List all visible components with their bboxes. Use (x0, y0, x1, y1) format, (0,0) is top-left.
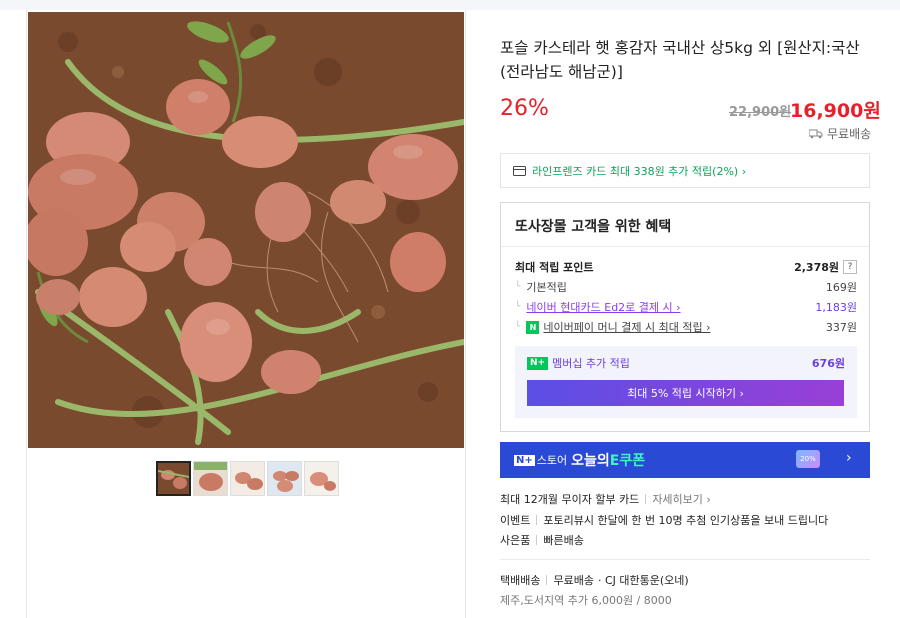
divider (500, 559, 870, 560)
event-label: 이벤트 (500, 514, 531, 527)
coupon-banner[interactable]: N+ 스토어 오늘의 E쿠폰 20% › (500, 442, 870, 478)
thumbnail[interactable] (156, 461, 191, 496)
membership-value: 676원 (811, 357, 845, 370)
benefit-title: 또사장몰 고객을 위한 혜택 (515, 219, 672, 235)
naver-plus-icon: N+ (527, 356, 549, 370)
divider (536, 515, 538, 525)
delivery-row: 택배배송 무료배송 · CJ 대한통운(오네) (500, 572, 689, 588)
card-points-row: 네이버 현대카드 Ed2로 결제 시 › 1,183원 (515, 299, 857, 315)
delivery-free: 무료배송 (553, 574, 594, 587)
sale-price: 16,900원 (790, 100, 881, 122)
discount-rate: 26% (500, 96, 549, 121)
divider (645, 494, 647, 504)
product-main-image[interactable] (28, 12, 464, 448)
credit-card-icon (513, 165, 526, 176)
potato-photo (28, 12, 464, 448)
coupon-label: E쿠폰 (609, 453, 646, 469)
divider (26, 10, 27, 618)
card-points-link[interactable]: 네이버 현대카드 Ed2로 결제 시 › (526, 299, 680, 315)
truck-icon (809, 129, 823, 138)
naver-pay-icon: N (526, 320, 540, 334)
max-points-label: 최대 적립 포인트 (515, 261, 594, 274)
divider (465, 10, 466, 618)
help-icon[interactable]: ? (843, 260, 857, 274)
installment-label: 최대 12개월 무이자 할부 카드 (500, 493, 640, 506)
naver-plus-icon: N+ (514, 454, 535, 466)
npay-points-row: N 네이버페이 머니 결제 시 최대 적립 › 337원 (515, 319, 857, 335)
gift-text: 빠른배송 (543, 534, 584, 547)
coupon-badge-icon: 20% (796, 450, 820, 468)
basic-points-row: 기본적립 169원 (515, 279, 857, 295)
installment-detail-link[interactable]: 자세히보기 › (652, 491, 711, 507)
basic-points-label: 기본적립 (515, 279, 566, 295)
card-promo-text: 라인프렌즈 카드 최대 338원 추가 적립(2%) › (532, 164, 747, 178)
installment-row: 최대 12개월 무이자 할부 카드 자세히보기 › (500, 491, 711, 507)
gift-label: 사은품 (500, 534, 531, 547)
membership-label: 멤버십 추가 적립 (552, 357, 630, 370)
thumbnail-strip (156, 461, 339, 496)
max-points-value: 2,378원 (794, 261, 839, 274)
divider (501, 246, 869, 247)
thumbnail[interactable] (304, 461, 339, 496)
card-promo-banner[interactable]: 라인프렌즈 카드 최대 338원 추가 적립(2%) › (500, 153, 870, 188)
delivery-extra: 제주,도서지역 추가 6,000원 / 8000 (500, 594, 672, 607)
max-points-row: 최대 적립 포인트 2,378원 ? (515, 259, 857, 275)
npay-points-link[interactable]: 네이버페이 머니 결제 시 최대 적립 › (543, 319, 710, 335)
delivery-method: 택배배송 (500, 574, 541, 587)
thumbnail[interactable] (193, 461, 228, 496)
product-title: 포슬 카스테라 햇 홍감자 국내산 상5kg 외 [원산지:국산(전라남도 해남… (500, 39, 860, 81)
top-strip (0, 0, 900, 10)
membership-row: N+ 멤버십 추가 적립 676원 (527, 355, 845, 371)
thumbnail[interactable] (230, 461, 265, 496)
membership-box: N+ 멤버십 추가 적립 676원 최대 5% 적립 시작하기 › (515, 346, 857, 418)
thumbnail[interactable] (267, 461, 302, 496)
chevron-right-icon: › (846, 450, 852, 466)
shipping-info: 무료배송 (809, 125, 871, 142)
basic-points-value: 169원 (825, 281, 857, 294)
card-points-value: 1,183원 (815, 301, 857, 314)
membership-start-button[interactable]: 최대 5% 적립 시작하기 › (527, 380, 844, 406)
delivery-carrier: · CJ 대한통운(오네) (597, 574, 689, 587)
npay-points-value: 337원 (825, 321, 857, 334)
coupon-today-label: 오늘의 (571, 453, 610, 469)
event-row: 이벤트 포토리뷰시 한달에 한 번 10명 추첨 인기상품을 보내 드립니다 (500, 512, 828, 528)
event-text: 포토리뷰시 한달에 한 번 10명 추첨 인기상품을 보내 드립니다 (543, 514, 829, 527)
divider (546, 575, 548, 585)
coupon-store-label: 스토어 (536, 454, 568, 467)
delivery-extra-row: 제주,도서지역 추가 6,000원 / 8000 (500, 592, 672, 608)
original-price: 22,900원 (729, 105, 792, 120)
shipping-label: 무료배송 (827, 127, 872, 141)
benefit-panel: 또사장몰 고객을 위한 혜택 최대 적립 포인트 2,378원 ? 기본적립 1… (500, 202, 870, 432)
divider (536, 535, 538, 545)
gift-row: 사은품 빠른배송 (500, 532, 584, 548)
